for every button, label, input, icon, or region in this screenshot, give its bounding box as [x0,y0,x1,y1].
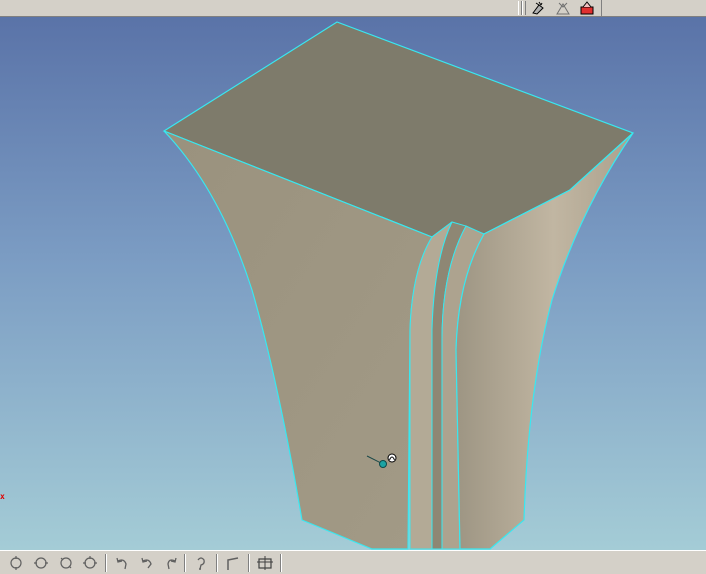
toolbar-separator [105,554,107,572]
undo-icon[interactable] [112,554,132,572]
refresh-icon[interactable] [191,554,211,572]
triangle-render-icon[interactable] [553,0,573,16]
rotate-view-icon[interactable] [56,554,76,572]
3d-viewport[interactable]: x [0,17,706,550]
toolbar-separator [601,0,602,16]
rotate-view-icon[interactable] [80,554,100,572]
toolbar-separator [184,554,186,572]
toolbar-separator [280,554,282,572]
toolbar-grip[interactable] [522,1,526,15]
toolbar-separator [216,554,218,572]
model-canvas[interactable] [0,17,706,550]
rotate-view-icon[interactable] [6,554,26,572]
paint-render-icon[interactable] [577,0,597,16]
flashlight-render-icon[interactable] [528,0,548,16]
top-toolbar [0,0,706,17]
fit-icon[interactable] [255,554,275,572]
toolbar-separator [248,554,250,572]
redo-icon[interactable] [161,554,181,572]
undo-icon[interactable] [137,554,157,572]
rotate-view-icon[interactable] [31,554,51,572]
corner-icon[interactable] [223,554,243,572]
bottom-toolbar [0,550,706,574]
triad-x-label: x [0,492,5,501]
